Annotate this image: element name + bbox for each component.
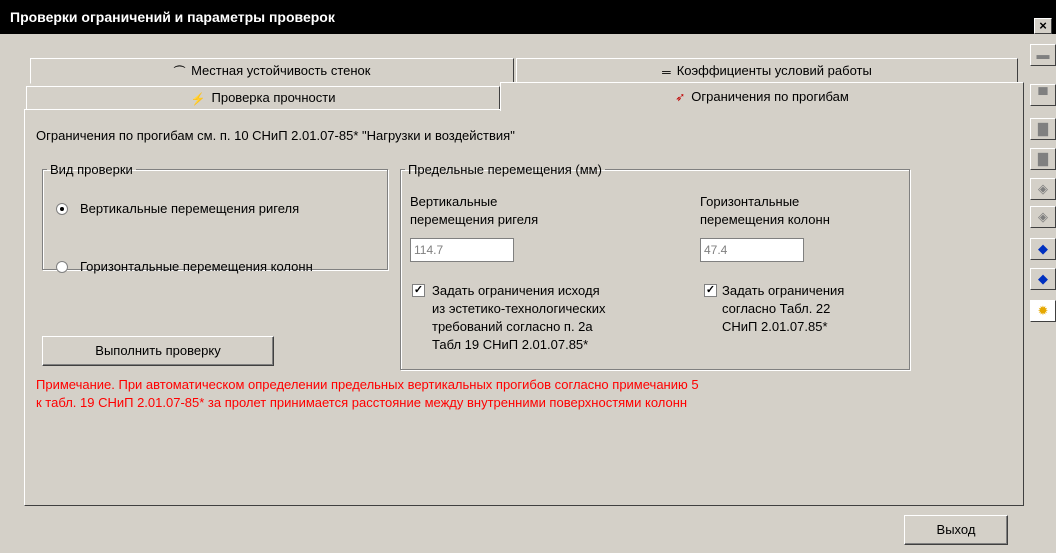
tab-strength-check[interactable]: ⚡ Проверка прочности <box>26 86 500 110</box>
deflection-icon: ➶ <box>675 90 686 105</box>
note-text: Примечание. При автоматическом определен… <box>36 376 916 412</box>
checkbox-label-line: Задать ограничения исходя <box>432 283 600 298</box>
limits-legend: Предельные перемещения (мм) <box>408 162 602 177</box>
horizontal-label-line: перемещения колонн <box>700 212 830 227</box>
horizontal-limit-input[interactable]: 47.4 <box>700 238 804 262</box>
close-button[interactable]: × <box>1034 18 1052 34</box>
tab-deflection-limits[interactable]: ➶ Ограничения по прогибам <box>500 82 1024 111</box>
exit-button[interactable]: Выход <box>904 515 1008 545</box>
vertical-label: Вертикальные перемещения ригеля <box>410 193 538 229</box>
tab-work-coefficients[interactable]: ═ Коэффициенты условий работы <box>516 58 1018 84</box>
blue-node-alt-icon[interactable]: ◆ <box>1030 268 1056 290</box>
frame-alt-icon[interactable]: ▇ <box>1030 148 1056 170</box>
frame-icon[interactable]: ▇ <box>1030 118 1056 140</box>
gear-icon[interactable]: ✹ <box>1030 300 1056 322</box>
tab-label: Проверка прочности <box>211 90 336 105</box>
title-bar: Проверки ограничений и параметры проверо… <box>0 0 1056 34</box>
checkbox-label-line: согласно Табл. 22 <box>722 301 831 316</box>
vertical-label-line: Вертикальные <box>410 194 498 209</box>
vertical-checkbox-label[interactable]: Задать ограничения исходя из эстетико-те… <box>432 282 605 354</box>
node-alt-icon[interactable]: ◈ <box>1030 206 1056 228</box>
tab-local-stability[interactable]: ⏜ Местная устойчивость стенок <box>30 58 514 84</box>
vertical-label-line: перемещения ригеля <box>410 212 539 227</box>
beam-profile-icon[interactable]: ▀ <box>1030 84 1056 106</box>
horizontal-label-line: Горизонтальные <box>700 194 800 209</box>
checkbox-label-line: требований согласно п. 2а <box>432 319 593 334</box>
vertical-checkbox[interactable]: ✓ <box>412 284 425 297</box>
tab-label: Ограничения по прогибам <box>691 89 849 104</box>
beam-icon[interactable]: ▬ <box>1030 44 1056 66</box>
checkbox-label-line: СНиП 2.01.07.85* <box>722 319 828 334</box>
check-type-legend: Вид проверки <box>50 162 133 177</box>
tab-label: Местная устойчивость стенок <box>191 63 371 78</box>
radio-horizontal-label[interactable]: Горизонтальные перемещения колонн <box>80 259 313 274</box>
arch-icon: ⏜ <box>173 64 186 79</box>
check-type-group: Вид проверки <box>42 162 388 270</box>
node-icon[interactable]: ◈ <box>1030 178 1056 200</box>
blue-node-icon[interactable]: ◆ <box>1030 238 1056 260</box>
radio-vertical-label[interactable]: Вертикальные перемещения ригеля <box>80 201 299 216</box>
checkbox-label-line: из эстетико-технологических <box>432 301 606 316</box>
vertical-limit-input[interactable]: 114.7 <box>410 238 514 262</box>
double-line-icon: ═ <box>662 64 671 79</box>
checkbox-label-line: Табл 19 СНиП 2.01.07.85* <box>432 337 589 352</box>
strength-icon: ⚡ <box>190 91 206 106</box>
horizontal-checkbox[interactable]: ✓ <box>704 284 717 297</box>
horizontal-checkbox-label[interactable]: Задать ограничения согласно Табл. 22 СНи… <box>722 282 844 336</box>
window-title: Проверки ограничений и параметры проверо… <box>10 9 335 25</box>
tab-label: Коэффициенты условий работы <box>676 63 872 78</box>
note-line: Примечание. При автоматическом определен… <box>36 377 699 392</box>
info-text: Ограничения по прогибам см. п. 10 СНиП 2… <box>36 128 515 143</box>
radio-vertical[interactable] <box>56 203 68 215</box>
horizontal-label: Горизонтальные перемещения колонн <box>700 193 830 229</box>
checkbox-label-line: Задать ограничения <box>722 283 845 298</box>
run-check-button[interactable]: Выполнить проверку <box>42 336 274 366</box>
note-line: к табл. 19 СНиП 2.01.07-85* за пролет пр… <box>36 395 688 410</box>
radio-horizontal[interactable] <box>56 261 68 273</box>
